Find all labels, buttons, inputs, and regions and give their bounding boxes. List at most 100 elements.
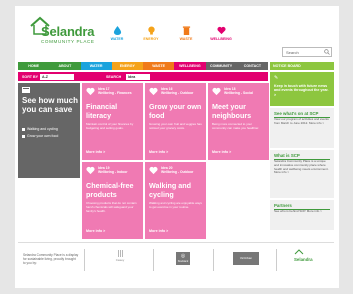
idea-card[interactable]: Idea 18 Wellbeing - Social Meet your neig… bbox=[208, 83, 269, 160]
footer: Selandra Community Place is a display fo… bbox=[18, 242, 334, 279]
card-category: Wellbeing - Outdoor bbox=[161, 91, 194, 96]
checkbox[interactable] bbox=[22, 127, 25, 131]
checkbox[interactable] bbox=[22, 134, 25, 138]
filter-option-label: Grow your own food bbox=[27, 134, 59, 138]
vicurban-logo[interactable]: VicUrban bbox=[233, 252, 259, 265]
side-box-text: Selandra Community Place is a unique and… bbox=[274, 159, 329, 175]
search-input[interactable]: Search bbox=[282, 47, 332, 57]
footer-text: Selandra Community Place is a display fo… bbox=[23, 253, 79, 265]
savings-icon bbox=[22, 87, 30, 93]
water-drop-icon bbox=[113, 26, 121, 35]
category-waste[interactable]: WASTE bbox=[170, 26, 202, 41]
notice-feature-text: Keep in touch with future news and event… bbox=[274, 84, 329, 97]
card-title: Walking and cycling bbox=[149, 181, 192, 199]
nav-community[interactable]: COMMUNITY bbox=[205, 62, 237, 70]
search-filter-select[interactable]: Idea bbox=[126, 73, 150, 80]
divider bbox=[213, 249, 214, 271]
search-filter-value: Idea bbox=[128, 74, 136, 79]
filter-panel: See how much you can save Walking and cy… bbox=[18, 83, 80, 178]
card-title: Grow your own food bbox=[149, 102, 202, 120]
stockland-logo[interactable]: ◎ Stockland bbox=[176, 252, 190, 265]
casey-logo-icon bbox=[117, 250, 123, 257]
divider bbox=[276, 249, 277, 271]
side-box-partners[interactable]: Partners See who is behind SCP. More inf… bbox=[270, 200, 334, 230]
house-logo-icon bbox=[294, 249, 304, 255]
casey-logo[interactable]: Casey bbox=[110, 249, 130, 262]
main-nav: HOME ABOUT WATER ENERGY WASTE WELLBEING … bbox=[18, 62, 268, 70]
sort-select[interactable]: A-Z bbox=[40, 73, 74, 80]
nav-waste[interactable]: WASTE bbox=[143, 62, 175, 70]
idea-card[interactable]: Idea 19 Wellbeing - Indoor Chemical-free … bbox=[82, 162, 143, 239]
heart-icon bbox=[86, 166, 95, 175]
card-category: Wellbeing - Finances bbox=[98, 91, 132, 96]
heart-icon bbox=[149, 166, 158, 175]
heart-icon bbox=[149, 87, 158, 96]
sort-value: A-Z bbox=[42, 74, 48, 79]
side-box-about[interactable]: What is SCP Selandra Community Place is … bbox=[270, 150, 334, 198]
search-placeholder: Search bbox=[286, 50, 299, 55]
side-box-title: What is SCP bbox=[274, 153, 300, 158]
idea-card[interactable]: Idea 16 Wellbeing - Outdoor Grow your own… bbox=[145, 83, 206, 160]
side-box-text: See who is behind SCP. More info > bbox=[274, 209, 322, 213]
page: Selandra COMMUNITY PLACE WATER ENERGY WA… bbox=[15, 6, 339, 288]
filter-option-label: Walking and cycling bbox=[27, 127, 58, 131]
heart-icon bbox=[216, 26, 226, 35]
side-box-text: View our program of activities and event… bbox=[274, 117, 329, 125]
nav-about[interactable]: ABOUT bbox=[49, 62, 81, 70]
idea-card[interactable]: Idea 20 Wellbeing - Outdoor Walking and c… bbox=[145, 162, 206, 239]
search-icon[interactable] bbox=[324, 49, 330, 55]
card-category: Wellbeing - Social bbox=[224, 91, 253, 96]
stockland-logo-mark: ◎ bbox=[180, 253, 186, 259]
notice-feature[interactable]: ✎ Keep in touch with future news and eve… bbox=[270, 72, 334, 106]
card-description: Growing your own fruit and veggies has n… bbox=[149, 122, 202, 130]
vicurban-logo-label: VicUrban bbox=[239, 256, 253, 260]
selandra-footer-logo[interactable]: Selandra bbox=[294, 249, 330, 262]
stockland-logo-label: Stockland bbox=[177, 260, 189, 263]
sort-bar: SORT BY A-Z SEARCH Idea bbox=[18, 72, 268, 81]
nav-energy[interactable]: ENERGY bbox=[111, 62, 143, 70]
card-description: Choosing products that do not contain ha… bbox=[86, 201, 137, 213]
more-info-link[interactable]: More info > bbox=[86, 150, 105, 154]
category-energy[interactable]: ENERGY bbox=[135, 26, 167, 41]
category-label: ENERGY bbox=[143, 37, 159, 41]
search-filter-label: SEARCH bbox=[106, 74, 122, 79]
heart-icon bbox=[212, 87, 221, 96]
category-label: WELLBEING bbox=[210, 37, 232, 41]
nav-home[interactable]: HOME bbox=[18, 62, 50, 70]
divider bbox=[153, 249, 154, 271]
idea-card[interactable]: Idea 17 Wellbeing - Finances Financial li… bbox=[82, 83, 143, 160]
nav-water[interactable]: WATER bbox=[80, 62, 112, 70]
more-info-link[interactable]: More info > bbox=[149, 229, 168, 233]
more-info-link[interactable]: More info > bbox=[212, 150, 231, 154]
nav-wellbeing[interactable]: WELLBEING bbox=[174, 62, 206, 70]
side-box-title: See what's on at SCP bbox=[274, 111, 319, 116]
category-label: WASTE bbox=[179, 37, 193, 41]
brand-name[interactable]: Selandra bbox=[41, 24, 95, 39]
casey-logo-label: Casey bbox=[115, 258, 125, 262]
card-title: Chemical-free products bbox=[86, 181, 134, 199]
heart-icon bbox=[86, 87, 95, 96]
card-category: Wellbeing - Indoor bbox=[98, 170, 128, 175]
side-box-events[interactable]: See what's on at SCP View our program of… bbox=[270, 108, 334, 148]
nav-contact[interactable]: CONTACT bbox=[236, 62, 268, 70]
lightbulb-icon bbox=[147, 26, 155, 35]
pencil-icon: ✎ bbox=[274, 75, 279, 81]
card-description: Walking and cycling are enjoyable ways t… bbox=[149, 201, 202, 209]
bin-icon bbox=[182, 26, 190, 35]
divider bbox=[84, 249, 85, 271]
more-info-link[interactable]: More info > bbox=[86, 229, 105, 233]
category-label: WATER bbox=[110, 37, 124, 41]
selandra-footer-label: Selandra bbox=[294, 257, 313, 262]
sort-label: SORT BY bbox=[22, 74, 38, 79]
card-category: Wellbeing - Outdoor bbox=[161, 170, 194, 175]
more-info-link[interactable]: More info > bbox=[149, 150, 168, 154]
filter-option[interactable]: Walking and cycling bbox=[22, 127, 77, 132]
category-wellbeing[interactable]: WELLBEING bbox=[205, 26, 237, 41]
notice-board-header: NOTICE BOARD bbox=[270, 62, 334, 70]
filter-option[interactable]: Grow your own food bbox=[22, 134, 77, 139]
card-title: Financial literacy bbox=[86, 102, 118, 120]
card-description: Being more connected to your community c… bbox=[212, 122, 260, 130]
filter-heading: See how much you can save bbox=[22, 96, 79, 114]
card-title: Meet your neighbours bbox=[212, 102, 252, 120]
category-water[interactable]: WATER bbox=[101, 26, 133, 41]
